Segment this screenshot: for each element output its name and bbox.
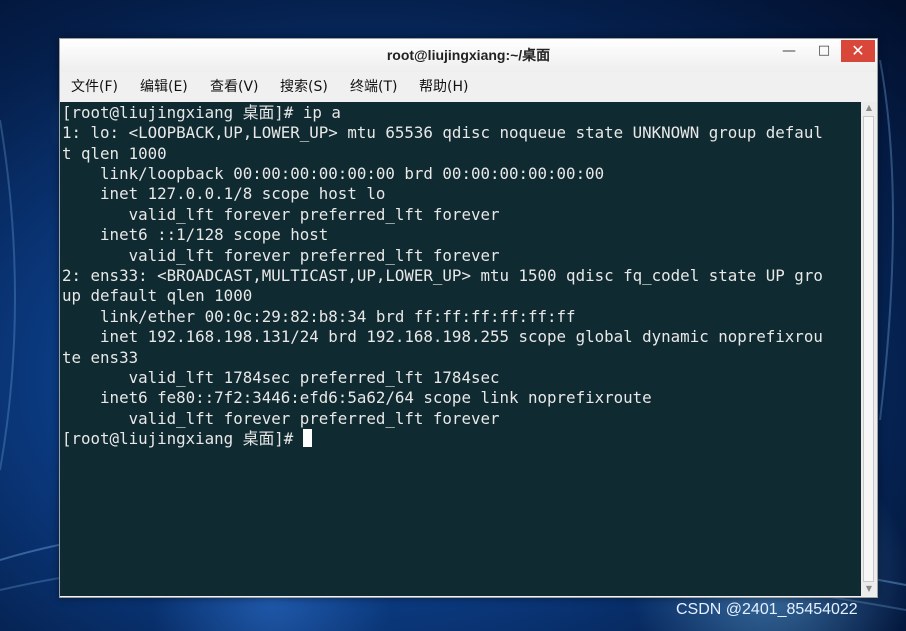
terminal-line: valid_lft forever preferred_lft forever	[62, 409, 500, 428]
menu-help[interactable]: 帮助(H)	[419, 72, 468, 102]
terminal-line: link/loopback 00:00:00:00:00:00 brd 00:0…	[62, 164, 605, 183]
maximize-button[interactable]: □	[807, 40, 841, 62]
terminal-line: inet 192.168.198.131/24 brd 192.168.198.…	[62, 327, 823, 346]
terminal-line: 2: ens33: <BROADCAST,MULTICAST,UP,LOWER_…	[62, 266, 823, 285]
terminal-window: root@liujingxiang:~/桌面 — □ ✕ 文件(F) 编辑(E)…	[59, 38, 878, 598]
scroll-down-arrow-icon[interactable]: ▼	[861, 583, 877, 595]
menu-file[interactable]: 文件(F)	[71, 72, 118, 102]
terminal-line: te ens33	[62, 348, 139, 367]
terminal-line: up default qlen 1000	[62, 286, 253, 305]
terminal-line: valid_lft forever preferred_lft forever	[62, 205, 500, 224]
scroll-thumb[interactable]	[863, 116, 874, 582]
terminal-line: link/ether 00:0c:29:82:b8:34 brd ff:ff:f…	[62, 307, 576, 326]
close-button[interactable]: ✕	[841, 40, 875, 62]
scroll-up-arrow-icon[interactable]: ▲	[861, 102, 877, 114]
terminal-line: [root@liujingxiang 桌面]# ip a	[62, 103, 341, 122]
menu-edit[interactable]: 编辑(E)	[140, 72, 188, 102]
terminal-line: valid_lft 1784sec preferred_lft 1784sec	[62, 368, 500, 387]
terminal-line: inet6 ::1/128 scope host	[62, 225, 329, 244]
terminal-prompt: [root@liujingxiang 桌面]#	[62, 429, 303, 448]
terminal-line: 1: lo: <LOOPBACK,UP,LOWER_UP> mtu 65536 …	[62, 123, 823, 142]
terminal-output[interactable]: [root@liujingxiang 桌面]# ip a 1: lo: <LOO…	[60, 102, 861, 596]
window-title: root@liujingxiang:~/桌面	[386, 47, 551, 63]
menu-search[interactable]: 搜索(S)	[280, 72, 328, 102]
terminal-line: valid_lft forever preferred_lft forever	[62, 246, 500, 265]
minimize-button[interactable]: —	[772, 40, 806, 62]
terminal-scrollbar[interactable]: ▲ ▼	[861, 102, 877, 596]
title-bar[interactable]: root@liujingxiang:~/桌面 — □ ✕	[60, 39, 877, 72]
menu-bar: 文件(F) 编辑(E) 查看(V) 搜索(S) 终端(T) 帮助(H)	[60, 72, 877, 102]
terminal-line: inet 127.0.0.1/8 scope host lo	[62, 184, 386, 203]
terminal-line: t qlen 1000	[62, 144, 167, 163]
text-cursor	[302, 429, 312, 447]
terminal-prompt-line[interactable]: [root@liujingxiang 桌面]#	[62, 429, 312, 449]
menu-terminal[interactable]: 终端(T)	[350, 72, 397, 102]
watermark-text: CSDN @2401_85454022	[676, 601, 858, 618]
menu-view[interactable]: 查看(V)	[210, 72, 259, 102]
terminal-line: inet6 fe80::7f2:3446:efd6:5a62/64 scope …	[62, 388, 652, 407]
